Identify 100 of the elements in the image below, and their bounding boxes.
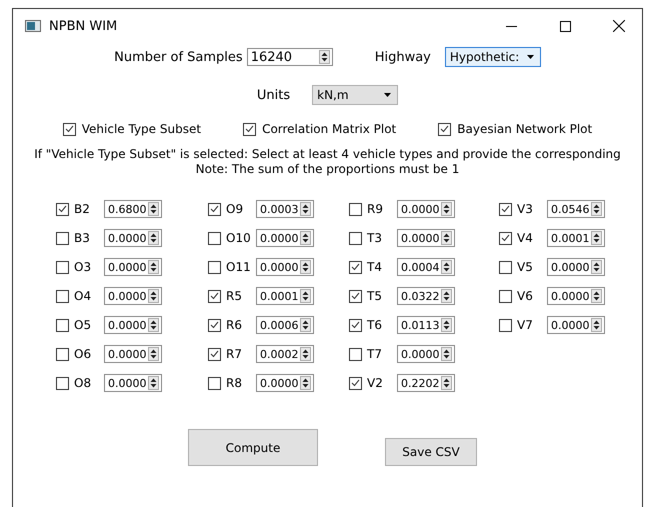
caret-icon [384, 93, 392, 97]
proportion-field[interactable]: 0.0000 [547, 316, 605, 334]
proportion-field[interactable]: 0.0113 [397, 316, 455, 334]
vehicle-checkbox[interactable]: O9 [208, 202, 256, 216]
spin-arrows-icon[interactable] [148, 347, 159, 361]
spin-arrows-icon[interactable] [591, 260, 602, 274]
vehicle-checkbox[interactable]: T5 [349, 289, 397, 303]
proportion-field[interactable]: 0.0000 [547, 258, 605, 276]
vehicle-checkbox[interactable]: V6 [499, 289, 547, 303]
spin-arrows-icon[interactable] [300, 376, 311, 390]
checkmark-icon [351, 321, 360, 329]
proportion-field[interactable]: 0.0000 [547, 287, 605, 305]
spin-arrows-icon[interactable] [441, 347, 452, 361]
proportion-field[interactable]: 0.0000 [256, 374, 314, 392]
proportion-field[interactable]: 0.0000 [104, 258, 162, 276]
spin-arrows-icon[interactable] [591, 318, 602, 332]
proportion-field[interactable]: 0.0000 [104, 316, 162, 334]
spin-arrows-icon[interactable] [441, 202, 452, 216]
proportion-field[interactable]: 0.0000 [256, 229, 314, 247]
checkmark-icon [210, 292, 219, 300]
spin-arrows-icon[interactable] [148, 260, 159, 274]
close-icon [613, 20, 625, 32]
proportion-field[interactable]: 0.0001 [547, 229, 605, 247]
action-button[interactable]: Compute [188, 429, 318, 466]
proportion-field[interactable]: 0.0546 [547, 200, 605, 218]
proportion-field[interactable]: 0.0000 [104, 345, 162, 363]
samples-field[interactable]: 16240 [246, 48, 333, 66]
spin-arrows-icon[interactable] [300, 347, 311, 361]
proportion-field[interactable]: 0.0006 [256, 316, 314, 334]
vehicle-checkbox[interactable]: O10 [208, 231, 256, 245]
spin-arrows-icon[interactable] [148, 376, 159, 390]
proportion-field[interactable]: 0.0000 [104, 287, 162, 305]
app-icon [25, 20, 41, 32]
proportion-field[interactable]: 0.2202 [397, 374, 455, 392]
proportion-field[interactable]: 0.0001 [256, 287, 314, 305]
highway-dropdown[interactable]: Hypothetic: [444, 47, 541, 67]
vehicle-checkbox[interactable]: R9 [349, 202, 397, 216]
vehicle-checkbox[interactable]: V2 [349, 376, 397, 390]
vehicle-checkbox[interactable]: V4 [499, 231, 547, 245]
vehicle-checkbox[interactable]: O4 [56, 289, 104, 303]
spin-arrows-icon[interactable] [148, 289, 159, 303]
vehicle-checkbox[interactable]: B3 [56, 231, 104, 245]
proportion-field[interactable]: 0.0000 [104, 229, 162, 247]
spin-arrows-icon[interactable] [300, 231, 311, 245]
checkmark-icon [210, 350, 219, 358]
spin-arrows-icon[interactable] [591, 289, 602, 303]
vehicle-checkbox[interactable]: O11 [208, 260, 256, 274]
proportion-field[interactable]: 0.0000 [397, 229, 455, 247]
proportion-field[interactable]: 0.6800 [104, 200, 162, 218]
spin-arrows-icon[interactable] [441, 260, 452, 274]
spin-arrows-icon[interactable] [148, 231, 159, 245]
spin-arrows-icon[interactable] [591, 231, 602, 245]
checkmark-icon [245, 125, 254, 133]
proportion-field[interactable]: 0.0004 [397, 258, 455, 276]
spin-arrows-icon[interactable] [300, 289, 311, 303]
vehicle-checkbox[interactable]: O3 [56, 260, 104, 274]
vehicle-checkbox[interactable]: T6 [349, 318, 397, 332]
vehicle-checkbox[interactable]: R6 [208, 318, 256, 332]
proportion-field[interactable]: 0.0000 [397, 200, 455, 218]
option-checkbox[interactable]: Vehicle Type Subset [62, 122, 202, 136]
spin-arrows-icon[interactable] [300, 318, 311, 332]
vehicle-checkbox[interactable]: V5 [499, 260, 547, 274]
proportion-field[interactable]: 0.0322 [397, 287, 455, 305]
proportion-field[interactable]: 0.0003 [256, 200, 314, 218]
spin-arrows-icon[interactable] [148, 318, 159, 332]
vehicle-checkbox[interactable]: O5 [56, 318, 104, 332]
vehicle-checkbox[interactable]: R7 [208, 347, 256, 361]
spin-arrows-icon[interactable] [441, 231, 452, 245]
spin-arrows-icon[interactable] [591, 202, 602, 216]
spin-arrows-icon[interactable] [441, 289, 452, 303]
vehicle-checkbox[interactable]: O6 [56, 347, 104, 361]
action-button[interactable]: Save CSV [385, 438, 477, 466]
window-title: NPBN WIM [49, 18, 118, 34]
instruction-text: Note: The sum of the proportions must be 1 [194, 162, 460, 177]
spin-arrows-icon[interactable] [300, 202, 311, 216]
vehicle-checkbox[interactable]: V3 [499, 202, 547, 216]
vehicle-checkbox[interactable]: T3 [349, 231, 397, 245]
vehicle-checkbox[interactable]: R5 [208, 289, 256, 303]
checkmark-icon [351, 292, 360, 300]
vehicle-checkbox[interactable]: B2 [56, 202, 104, 216]
spin-arrows-icon[interactable] [148, 202, 159, 216]
vehicle-checkbox[interactable]: V7 [499, 318, 547, 332]
units-dropdown[interactable]: kN,m [312, 85, 398, 105]
vehicle-checkbox[interactable]: T4 [349, 260, 397, 274]
spin-arrows-icon[interactable] [318, 50, 330, 64]
checkmark-icon [351, 263, 360, 271]
spin-arrows-icon[interactable] [441, 318, 452, 332]
checkmark-icon [501, 234, 510, 242]
spin-arrows-icon[interactable] [441, 376, 452, 390]
proportion-field[interactable]: 0.0000 [397, 345, 455, 363]
proportion-field[interactable]: 0.0000 [256, 258, 314, 276]
vehicle-checkbox[interactable]: R8 [208, 376, 256, 390]
checkmark-icon [64, 125, 74, 133]
proportion-field[interactable]: 0.0000 [104, 374, 162, 392]
option-checkbox[interactable]: Bayesian Network Plot [438, 122, 592, 136]
vehicle-checkbox[interactable]: O8 [56, 376, 104, 390]
option-checkbox[interactable]: Correlation Matrix Plot [243, 122, 396, 136]
proportion-field[interactable]: 0.0002 [256, 345, 314, 363]
spin-arrows-icon[interactable] [300, 260, 311, 274]
vehicle-checkbox[interactable]: T7 [349, 347, 397, 361]
